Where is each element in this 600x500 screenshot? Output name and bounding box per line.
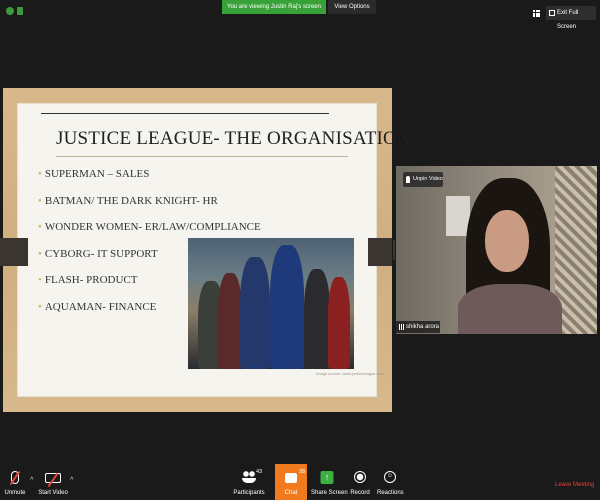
chat-count: 28: [299, 469, 306, 475]
start-video-button[interactable]: Start Video: [38, 464, 68, 500]
chat-icon: [285, 473, 297, 483]
justice-league-image: [188, 238, 354, 369]
person-body: [458, 284, 562, 334]
hero-figure: [304, 269, 330, 369]
gallery-grid-icon[interactable]: [533, 10, 540, 17]
view-options-button[interactable]: View Options: [328, 0, 376, 14]
bullet-dot-icon: •: [38, 168, 42, 180]
audio-options-chevron-icon[interactable]: ^: [30, 477, 33, 484]
share-screen-label: Share Screen: [311, 490, 348, 496]
hero-figure: [270, 245, 304, 369]
slide-right-tab: [368, 238, 392, 266]
record-button[interactable]: Record: [348, 464, 372, 500]
hero-figure: [240, 257, 270, 369]
bullet-dot-icon: •: [38, 247, 42, 260]
hero-figure: [328, 277, 350, 369]
participants-icon: [242, 471, 256, 483]
participant-name: shikha arora: [406, 324, 440, 330]
exit-fullscreen-icon: [549, 10, 555, 16]
viewing-screen-banner: You are viewing Justin Raj's screen: [222, 0, 326, 14]
share-screen-arrow-icon: ↑: [320, 471, 334, 484]
reactions-button[interactable]: ☺ Reactions: [377, 464, 404, 500]
bullet-item: • SUPERMAN – SALES: [38, 168, 150, 180]
meeting-info-icon[interactable]: [6, 7, 14, 15]
participants-label: Participants: [233, 490, 265, 496]
unpin-video-label: Unpin Video: [413, 176, 443, 182]
hero-figure: [218, 273, 242, 369]
person-face: [485, 210, 529, 272]
bullet-dot-icon: •: [38, 274, 42, 287]
bottom-toolbar: Unmute ^ Start Video ^ 43 Participants 2…: [0, 464, 600, 500]
encryption-lock-icon[interactable]: [17, 7, 23, 15]
slide-left-tab: [0, 238, 28, 266]
participant-video[interactable]: [396, 166, 597, 334]
participants-button[interactable]: 43 Participants: [232, 464, 266, 500]
unmute-button[interactable]: Unmute: [0, 464, 30, 500]
split-divider[interactable]: [393, 240, 395, 260]
pin-icon: [406, 176, 410, 183]
chat-button[interactable]: 28 Chat: [275, 464, 307, 500]
unmute-label: Unmute: [4, 490, 26, 496]
reactions-label: Reactions: [377, 490, 404, 496]
chat-label: Chat: [284, 490, 298, 496]
participants-count: 43: [256, 469, 263, 475]
participant-name-tag: shikha arora: [396, 321, 440, 333]
record-icon: [354, 471, 366, 483]
image-caption: Image source: www.justiceleague.com: [316, 371, 385, 376]
title-rule: [56, 156, 348, 157]
audio-signal-icon: [399, 324, 404, 330]
bullet-dot-icon: •: [38, 194, 42, 207]
exit-fullscreen-label: Exit Full Screen: [557, 10, 579, 30]
record-label: Record: [350, 490, 370, 496]
start-video-label: Start Video: [38, 490, 68, 496]
video-options-chevron-icon[interactable]: ^: [70, 477, 73, 484]
bullet-dot-icon: •: [38, 300, 42, 313]
leave-meeting-button[interactable]: Leave Meeting: [555, 482, 594, 488]
meeting-window: You are viewing Justin Raj's screen View…: [0, 0, 600, 500]
unpin-video-button[interactable]: Unpin Video: [403, 172, 443, 187]
bullet-item: • BATMAN/ THE DARK KNIGHT- HR: [38, 194, 218, 207]
bullet-dot-icon: •: [38, 221, 42, 234]
slide-title: JUSTICE LEAGUE- THE ORGANISATION: [56, 128, 411, 149]
smiley-reactions-icon: ☺: [384, 471, 396, 483]
share-screen-button[interactable]: ↑ Share Screen: [311, 464, 348, 500]
exit-fullscreen-button[interactable]: Exit Full Screen: [546, 6, 596, 30]
strikethrough-line: [41, 113, 329, 114]
top-bar: You are viewing Justin Raj's screen View…: [0, 0, 600, 30]
